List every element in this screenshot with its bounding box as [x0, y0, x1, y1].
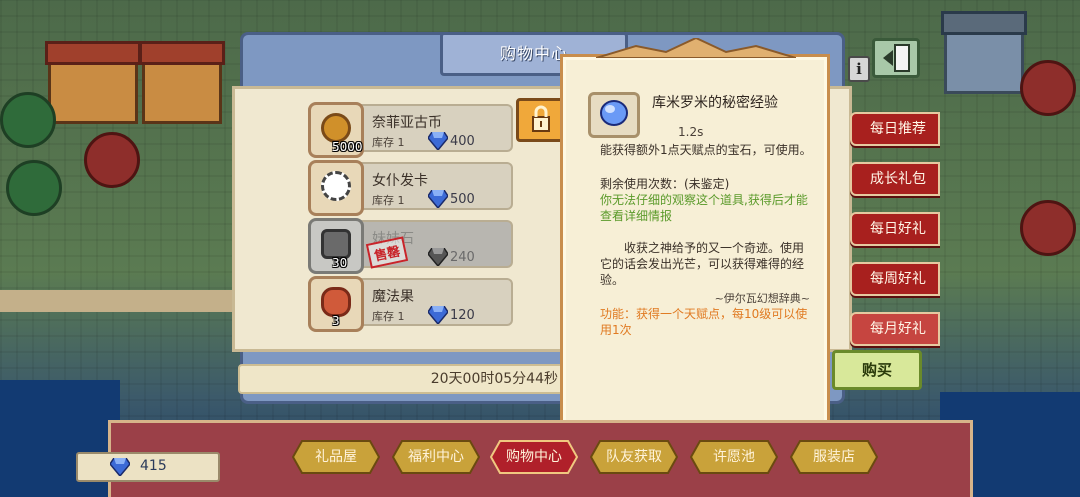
item-name: 奈菲亚古币: [372, 115, 442, 131]
house: [139, 41, 225, 124]
exit-door-icon: [883, 44, 910, 72]
magic-fruit-icon: [321, 287, 351, 317]
shop-refresh-countdown: 20天00时05分44秒: [238, 364, 568, 394]
item-stock: 库存 1: [372, 194, 405, 207]
tab-monthly-gift[interactable]: 每月好礼: [850, 312, 940, 346]
house: [45, 41, 141, 124]
tree: [0, 92, 56, 148]
coin-icon: [321, 113, 351, 143]
tooltip-description: 能获得额外1点天赋点的宝石，可使用。: [600, 143, 812, 157]
currency-amount: 415: [140, 458, 167, 474]
item-price: 500: [450, 192, 475, 207]
item-stock: 库存 1: [372, 136, 405, 149]
tooltip-hint: 你无法仔细的观察这个道具,获得后才能查看详细情报: [600, 193, 808, 223]
diamond-icon: [428, 190, 448, 208]
gem-stone-icon: [600, 100, 628, 126]
tab-weekly-gift[interactable]: 每周好礼: [850, 262, 940, 296]
tooltip-time: 1.2s: [678, 125, 704, 139]
shop-item-row[interactable]: 女仆发卡 库存 1 500: [308, 160, 513, 216]
nav-tab-gift-house[interactable]: 礼品屋: [292, 440, 380, 474]
hairband-icon: [321, 171, 351, 201]
tree: [6, 160, 62, 216]
item-quantity: 3: [332, 314, 340, 328]
nav-tab-welfare[interactable]: 福利中心: [392, 440, 480, 474]
tree: [1020, 60, 1076, 116]
shop-item-row[interactable]: 5000 奈菲亚古币 库存 1 400: [308, 102, 513, 158]
buy-button[interactable]: 购买: [832, 350, 922, 390]
shop-item-row[interactable]: 30 妹妹石 售罄 240: [308, 218, 513, 274]
item-price: 400: [450, 134, 475, 149]
item-quantity: 30: [332, 256, 348, 270]
tooltip-item-icon: [588, 92, 640, 138]
lock-button[interactable]: [516, 98, 566, 142]
item-name: 魔法果: [372, 289, 414, 305]
diamond-icon: [428, 132, 448, 150]
tab-growth-pack[interactable]: 成长礼包: [850, 162, 940, 196]
house: [941, 11, 1027, 94]
diamond-icon: [428, 248, 448, 266]
tree: [84, 132, 140, 188]
scroll-ornament-top: [596, 38, 796, 58]
exit-button[interactable]: [872, 38, 920, 78]
shop-item-row[interactable]: 3 魔法果 库存 1 120: [308, 276, 513, 332]
tooltip-uses: 剩余使用次数：(未鉴定): [600, 177, 730, 191]
tooltip-source: ~伊尔瓦幻想辞典~: [714, 292, 810, 305]
road: [0, 290, 240, 312]
nav-tab-wishing-well[interactable]: 许愿池: [690, 440, 778, 474]
tooltip-title: 库米罗米的秘密经验: [652, 95, 778, 111]
stone-icon: [321, 229, 351, 259]
nav-tab-clothing-store[interactable]: 服装店: [790, 440, 878, 474]
diamond-icon: [428, 306, 448, 324]
tree: [1020, 200, 1076, 256]
tooltip-lore: 收获之神给予的又一个奇迹。使用它的话会发出光芒，可以获得难得的经验。: [600, 241, 805, 287]
diamond-icon: [110, 458, 130, 476]
tab-daily-recommend[interactable]: 每日推荐: [850, 112, 940, 146]
tooltip-function: 功能：获得一个天赋点，每10级可以使用1次: [600, 307, 808, 337]
info-button[interactable]: i: [848, 56, 870, 82]
tab-daily-gift[interactable]: 每日好礼: [850, 212, 940, 246]
nav-tab-teammates[interactable]: 队友获取: [590, 440, 678, 474]
lock-icon: [532, 105, 550, 132]
item-stock: 库存 1: [372, 310, 405, 323]
item-quantity: 5000: [332, 140, 363, 154]
item-name: 女仆发卡: [372, 173, 428, 189]
item-price: 240: [450, 250, 475, 265]
nav-tab-shopping-center[interactable]: 购物中心: [490, 440, 578, 474]
item-thumbnail: [308, 160, 364, 216]
item-price: 120: [450, 308, 475, 323]
